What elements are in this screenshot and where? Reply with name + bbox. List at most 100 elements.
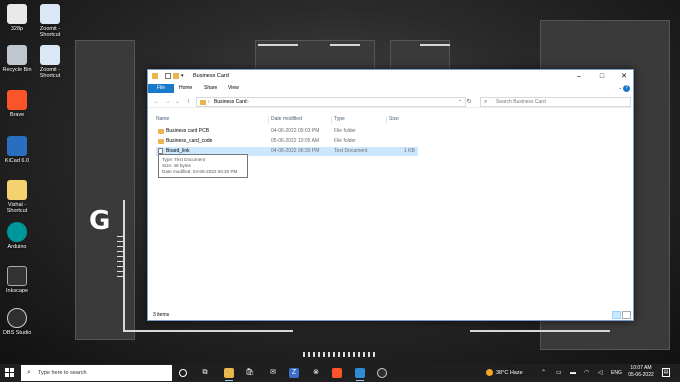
chevron-right-icon[interactable]: › — [208, 98, 210, 107]
column-divider[interactable] — [331, 116, 332, 124]
wifi-icon[interactable]: ◠ — [584, 368, 589, 378]
title-bar[interactable]: ▾ Business Card – □ ✕ — [148, 70, 633, 83]
search-box[interactable]: ⌕ Search Business Card — [480, 97, 631, 107]
breadcrumb[interactable]: Business Card — [214, 98, 247, 107]
chevron-down-icon[interactable]: ▾ — [181, 73, 187, 79]
list-item[interactable]: Business card PCB 04-06-2022 09:03 PM Fi… — [156, 127, 418, 136]
column-header-size[interactable]: Size — [389, 116, 399, 122]
forward-button[interactable]: → — [163, 97, 172, 107]
tab-file[interactable]: File — [148, 84, 174, 93]
large-icons-view-button[interactable] — [622, 311, 631, 319]
file-date: 05-06-2022 10:05 AM — [271, 138, 320, 144]
refresh-button[interactable]: ↻ — [464, 97, 474, 107]
inkscape-icon — [7, 266, 27, 286]
mail-icon[interactable]: ✉ — [268, 368, 278, 378]
desktop-icon-kicad[interactable]: KiCad 6.0 — [0, 136, 34, 164]
file-size: 1 KB — [404, 148, 415, 154]
up-button[interactable]: ↑ — [184, 97, 193, 107]
desktop-icon-obs-studio[interactable]: OBS Studio — [0, 308, 34, 336]
wallpaper-line — [123, 330, 293, 332]
tab-home[interactable]: Home — [179, 84, 192, 93]
minimize-button[interactable]: – — [568, 70, 590, 83]
recent-locations-button[interactable]: ⌄ — [173, 97, 182, 107]
file-explorer-taskbar-icon[interactable] — [224, 368, 234, 381]
app-taskbar-icon[interactable] — [355, 368, 365, 381]
network-icon[interactable]: ▭ — [556, 368, 562, 378]
wallpaper-line — [258, 44, 298, 46]
brave-icon — [7, 90, 27, 110]
maximize-button[interactable]: □ — [591, 70, 613, 83]
windows-start-button[interactable] — [5, 368, 15, 378]
desktop-icon-vishal-shortcut[interactable]: Vishal - Shortcut — [0, 180, 34, 214]
brave-taskbar-icon[interactable] — [332, 368, 342, 378]
search-icon: ⌕ — [484, 99, 488, 105]
desktop-icon-label: Zoomit - Shortcut — [39, 67, 61, 79]
desktop-icon-zoomit-shortcut[interactable]: Zoomit - Shortcut — [33, 4, 67, 38]
list-item[interactable]: Business_card_code 05-06-2022 10:05 AM F… — [156, 137, 418, 146]
taskbar-search-box[interactable]: ⌕ Type here to search — [21, 365, 172, 381]
column-divider[interactable] — [268, 116, 269, 124]
store-icon[interactable]: 🛍 — [245, 368, 255, 378]
desktop-icon-inkscape[interactable]: Inkscape — [0, 266, 34, 294]
weather-widget[interactable]: 38°C Haze — [486, 368, 523, 378]
desktop-icon-zoomit-shortcut[interactable]: Zoomit - Shortcut — [33, 45, 67, 79]
taskbar-search-placeholder: Type here to search — [38, 370, 87, 376]
file-explorer-window: ▾ Business Card – □ ✕ File Home Share Vi… — [147, 69, 634, 321]
tab-view[interactable]: View — [228, 84, 239, 93]
desktop-icon-328p[interactable]: 328p — [0, 4, 34, 32]
wallpaper-panel — [75, 40, 135, 340]
zoomit-icon — [40, 4, 60, 24]
column-header-name[interactable]: Name — [156, 116, 169, 122]
close-button[interactable]: ✕ — [613, 70, 635, 83]
zoomit-icon — [40, 45, 60, 65]
task-view-icon[interactable]: ⧉ — [200, 368, 210, 378]
clock[interactable]: 10:07 AM 05-06-2022 — [626, 365, 656, 379]
column-divider[interactable] — [386, 116, 387, 124]
help-icon[interactable]: ? — [623, 85, 630, 92]
column-header-type[interactable]: Type — [334, 116, 345, 122]
volume-icon[interactable]: ◁ — [598, 368, 603, 378]
wallpaper-stripes — [303, 352, 377, 357]
app-icon — [7, 4, 27, 24]
clock-time: 10:07 AM — [630, 365, 652, 371]
search-placeholder: Search Business Card — [496, 99, 546, 105]
editor-icon[interactable]: Z — [289, 368, 299, 378]
wallpaper-line — [420, 44, 450, 46]
file-tooltip: Type: Text Document Size: 49 bytes Date … — [158, 154, 248, 178]
text-file-icon — [7, 180, 27, 200]
notification-icon[interactable]: ▤ — [662, 368, 670, 377]
wallpaper-line — [470, 330, 610, 332]
navigation-bar: ← → ⌄ ↑ › Business Card › ⌄ ↻ ⌕ Search B… — [148, 96, 633, 108]
arduino-icon — [7, 222, 27, 242]
back-button[interactable]: ← — [152, 97, 161, 107]
desktop-icon-label: Arduino — [7, 244, 27, 250]
tab-share[interactable]: Share — [204, 84, 217, 93]
clock-date: 05-06-2022 — [628, 372, 654, 378]
folder-icon — [200, 100, 206, 105]
properties-icon[interactable] — [165, 73, 171, 79]
file-name: Business_card_code — [166, 138, 213, 144]
file-date: 04-06-2022 06:30 PM — [271, 148, 320, 154]
cortana-icon[interactable] — [179, 369, 187, 377]
language-indicator[interactable]: ENG — [611, 368, 622, 378]
details-view-button[interactable] — [612, 311, 621, 319]
address-bar[interactable]: › Business Card › — [196, 97, 466, 107]
battery-icon[interactable]: ▬ — [570, 368, 576, 378]
new-folder-icon[interactable] — [173, 73, 179, 79]
desktop-icon-arduino[interactable]: Arduino — [0, 222, 34, 250]
weather-text: 38°C Haze — [496, 370, 523, 376]
chevron-up-icon[interactable]: ⌃ — [541, 368, 546, 378]
chevron-right-icon[interactable]: › — [247, 98, 249, 107]
desktop-icon-recycle-bin[interactable]: Recycle Bin — [0, 45, 34, 73]
taskbar: ⌕ Type here to search ⧉ 🛍 ✉ Z ⊗ 38°C Haz… — [0, 364, 680, 382]
file-date: 04-06-2022 09:03 PM — [271, 128, 320, 134]
folder-icon — [152, 73, 158, 79]
item-count: 3 items — [153, 312, 170, 318]
wallpaper-logo: G — [89, 206, 111, 236]
column-header-date-modified[interactable]: Date modified — [271, 116, 302, 122]
file-name: Business card PCB — [166, 128, 210, 134]
obs-taskbar-icon[interactable] — [377, 368, 387, 378]
desktop-icon-brave[interactable]: Brave — [0, 90, 34, 118]
expand-ribbon-icon[interactable]: ⌄ — [618, 84, 622, 93]
xbox-icon[interactable]: ⊗ — [311, 368, 321, 378]
